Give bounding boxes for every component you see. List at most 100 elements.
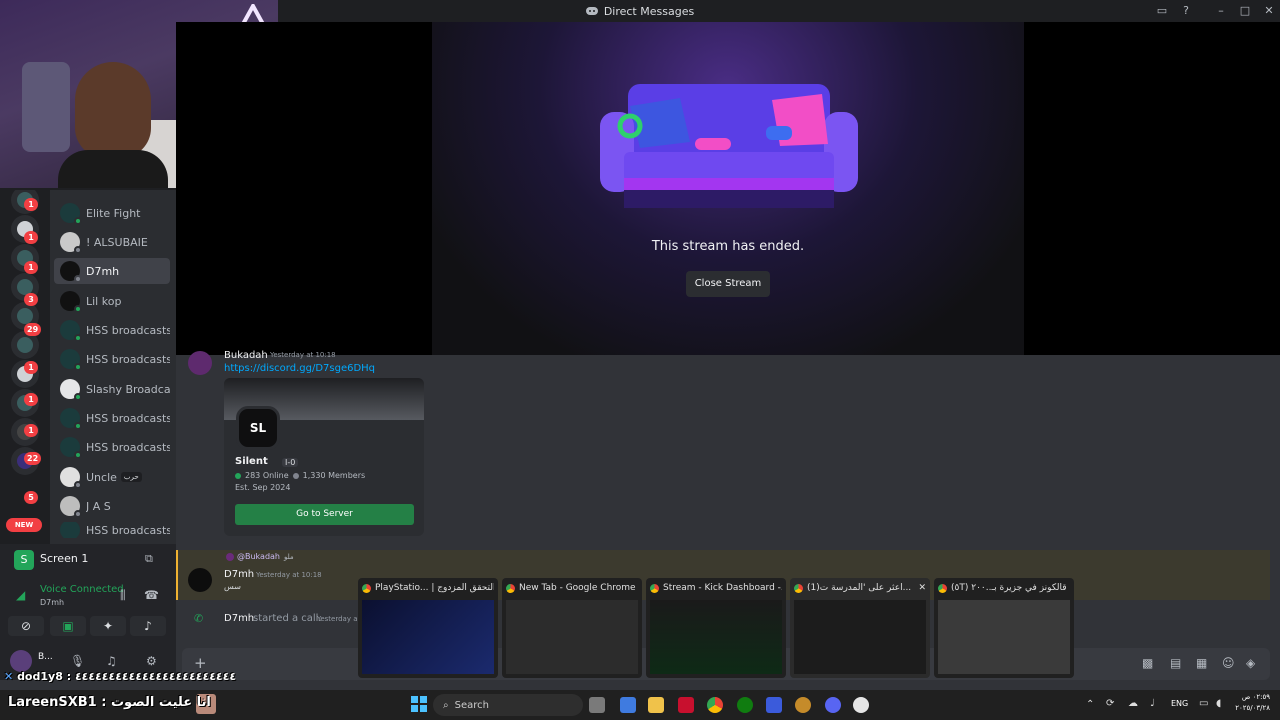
emoji-icon[interactable]: ☺ (1222, 656, 1235, 670)
copilot-icon[interactable] (620, 697, 636, 713)
online-count: 283 Online (245, 471, 289, 480)
new-unreads-pill[interactable]: NEW (6, 518, 42, 532)
sync-icon[interactable]: ⟳ (1106, 698, 1114, 709)
task-preview[interactable]: (1)اعثر على 'المدرسة ت... ✕ (790, 578, 930, 678)
clock-time[interactable]: ٠٢:٥٩ ص (1236, 693, 1270, 701)
maximize-button[interactable]: □ (1237, 3, 1253, 19)
sticker-icon[interactable]: ▦ (1196, 656, 1207, 670)
message-text: سس (224, 582, 241, 591)
reply-mention[interactable]: @Bukadah (237, 552, 280, 561)
dm-item[interactable]: ! ALSUBAIE (54, 229, 170, 255)
avatar[interactable] (188, 351, 212, 375)
task-preview-title: PlayStatio... | التحقق المزدوج (375, 583, 494, 593)
mic-tray-icon[interactable]: ♩ (1150, 698, 1155, 709)
dm-item[interactable]: HSS broadcasts2 (54, 522, 170, 538)
task-preview-title: (1)اعثر على 'المدرسة ت... (807, 583, 912, 593)
unread-badge: 29 (24, 323, 42, 336)
apps-icon[interactable]: ◈ (1246, 656, 1255, 670)
xbox-icon[interactable] (737, 697, 753, 713)
taskbar-search[interactable]: ⌕ Search (433, 694, 583, 716)
dm-item[interactable]: Elite Fight (54, 200, 170, 226)
server-icon: SL (236, 406, 280, 450)
app-icon[interactable] (853, 697, 869, 713)
reply-snippet: ملو (284, 553, 294, 561)
gif-icon[interactable]: ▤ (1170, 656, 1181, 670)
overlay-username: dod1y8 (17, 670, 63, 683)
server-tag: I-0 (282, 458, 299, 467)
dm-item[interactable]: Slashy Broadcasts (54, 376, 170, 402)
avatar (60, 261, 82, 283)
overlay-badge-icon: ✕ (4, 670, 14, 683)
avatar (60, 320, 82, 342)
dm-item[interactable]: J A S (54, 493, 170, 519)
close-button[interactable]: ✕ (1261, 3, 1277, 19)
task-preview[interactable]: Stream - Kick Dashboard -... (646, 578, 786, 678)
screen-share-icon: S (14, 550, 34, 570)
message-time: Yesterday at 10:18 (270, 351, 336, 359)
network-icon[interactable]: ▭ (1199, 698, 1208, 709)
file-explorer-icon[interactable] (648, 697, 664, 713)
message-time: Yesterday at 10:18 (256, 571, 322, 579)
invite-link[interactable]: https://discord.gg/D7sge6DHq (224, 363, 375, 374)
avatar (60, 437, 82, 459)
camera-off-button[interactable]: ⊘ (8, 616, 44, 636)
disconnect-icon[interactable]: ☎ (144, 588, 159, 602)
tray-chevron-icon[interactable]: ⌃ (1086, 699, 1094, 710)
dm-item[interactable]: HSS broadcasts6 (54, 346, 170, 372)
dm-item[interactable]: Lil kop (54, 288, 170, 314)
overlay-chat-line: LareenSXB1 : انا عليت الصوت (8, 695, 211, 710)
activities-button[interactable]: ✦ (90, 616, 126, 636)
clock-date[interactable]: ٢٠٢٥/٠٣/٢٨ (1230, 704, 1270, 712)
windows-start-icon[interactable] (411, 696, 427, 712)
voice-status: Voice Connected (40, 584, 124, 595)
task-view-icon[interactable] (589, 697, 605, 713)
inbox-icon[interactable]: ▭ (1154, 3, 1170, 19)
help-icon[interactable]: ? (1178, 3, 1194, 19)
settings-icon[interactable]: ⚙ (146, 654, 157, 668)
avatar[interactable] (10, 650, 32, 672)
dm-item[interactable]: HSS broadcasts3 (54, 317, 170, 343)
chair (22, 62, 70, 152)
app-icon[interactable] (766, 697, 782, 713)
discord-icon[interactable] (825, 697, 841, 713)
overlay-message: : انا عليت الصوت (101, 695, 211, 710)
mic-icon[interactable]: 🎙 (70, 654, 85, 668)
app-icon[interactable] (678, 697, 694, 713)
message-author[interactable]: D7mh (224, 569, 254, 580)
task-preview[interactable]: PlayStatio... | التحقق المزدوج (358, 578, 498, 678)
close-stream-button[interactable]: Close Stream (686, 271, 770, 297)
reply-avatar (226, 553, 234, 561)
discord-icon (585, 7, 598, 15)
task-preview[interactable]: (٥T) قالكونز في جزيرة بـ..٢٠٠ (934, 578, 1074, 678)
chrome-icon[interactable] (707, 697, 723, 713)
headphones-icon[interactable]: ♫ (106, 654, 117, 668)
online-dot-icon (235, 472, 241, 479)
volume-icon[interactable]: ◖ (1216, 698, 1221, 709)
gift-icon[interactable]: ▩ (1142, 656, 1153, 670)
server-name: Silent (235, 456, 268, 467)
message-author[interactable]: Bukadah (224, 350, 268, 361)
dm-item[interactable]: D7mh (54, 258, 170, 284)
language-indicator[interactable]: ENG (1171, 699, 1188, 708)
dm-item[interactable]: Uncle حرب (54, 464, 170, 490)
popout-icon[interactable]: ⧉ (145, 552, 153, 566)
dm-item[interactable]: HSS broadcasts (54, 434, 170, 460)
close-preview-icon[interactable]: ✕ (918, 583, 926, 593)
signal-icon: ◢ (16, 588, 26, 602)
noise-icon[interactable]: ⫼ (120, 588, 126, 603)
window-title: Direct Messages (603, 4, 695, 18)
soundboard-button[interactable]: ♪ (130, 616, 166, 636)
search-icon: ⌕ (443, 699, 449, 711)
avatar[interactable] (188, 568, 212, 592)
app-icon[interactable] (795, 697, 811, 713)
share-screen-button[interactable]: ▣ (50, 616, 86, 636)
task-preview[interactable]: New Tab - Google Chrome (502, 578, 642, 678)
go-to-server-button[interactable]: Go to Server (235, 504, 414, 525)
cloud-icon[interactable]: ☁ (1128, 698, 1138, 709)
avatar (60, 203, 82, 225)
unread-badge: 1 (24, 198, 38, 211)
call-author[interactable]: D7mh (224, 613, 254, 624)
member-count: 1,330 Members (302, 471, 366, 480)
dm-item[interactable]: HSS broadcasts7 (54, 405, 170, 431)
minimize-button[interactable]: – (1213, 3, 1229, 19)
